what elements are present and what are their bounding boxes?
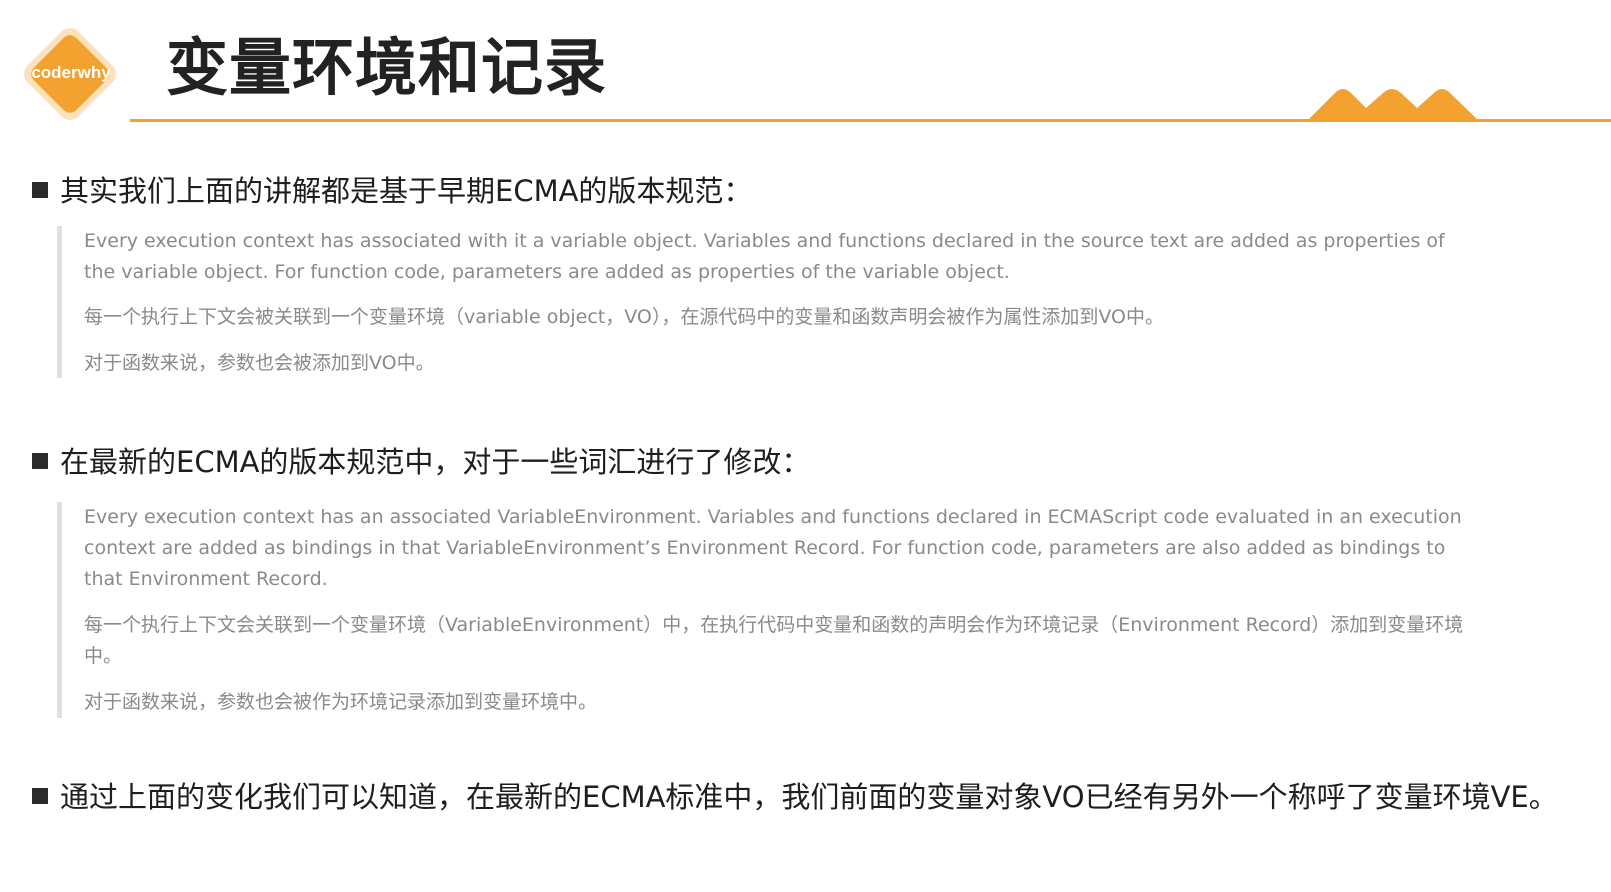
- spec-quote-legacy: Every execution context has associated w…: [57, 226, 1464, 378]
- header-divider: [130, 89, 1611, 122]
- quote-chinese-note: 对于函数来说，参数也会被添加到VO中。: [84, 352, 435, 374]
- bullet-square-icon: [32, 182, 48, 198]
- mountain-peaks-icon: [1308, 89, 1478, 120]
- quote-english: Every execution context has associated w…: [84, 230, 1445, 283]
- header-rule: [130, 119, 1611, 122]
- bullet-square-icon: [32, 788, 48, 804]
- quote-english: Every execution context has an associate…: [84, 506, 1462, 590]
- section-heading-2: 在最新的ECMA的版本规范中，对于一些词汇进行了修改：: [32, 438, 810, 486]
- logo-diamond-icon: coderwhy: [24, 28, 116, 120]
- quote-chinese-note: 对于函数来说，参数也会被作为环境记录添加到变量环境中。: [84, 691, 598, 713]
- section-heading-text: 通过上面的变化我们可以知道，在最新的ECMA标准中，我们前面的变量对象VO已经有…: [60, 780, 1558, 814]
- section-heading-text: 在最新的ECMA的版本规范中，对于一些词汇进行了修改：: [60, 445, 811, 479]
- quote-chinese-translation: 每一个执行上下文会被关联到一个变量环境（variable object，VO），…: [84, 306, 1164, 328]
- section-heading-3: 通过上面的变化我们可以知道，在最新的ECMA标准中，我们前面的变量对象VO已经有…: [32, 773, 1582, 821]
- bullet-square-icon: [32, 453, 48, 469]
- section-heading-text: 其实我们上面的讲解都是基于早期ECMA的版本规范：: [60, 174, 753, 208]
- coderwhy-logo: coderwhy: [14, 20, 126, 128]
- spec-quote-current: Every execution context has an associate…: [57, 502, 1474, 718]
- section-heading-1: 其实我们上面的讲解都是基于早期ECMA的版本规范：: [32, 167, 752, 215]
- logo-text: coderwhy: [31, 63, 111, 82]
- quote-chinese-translation: 每一个执行上下文会关联到一个变量环境（VariableEnvironment）中…: [84, 614, 1464, 667]
